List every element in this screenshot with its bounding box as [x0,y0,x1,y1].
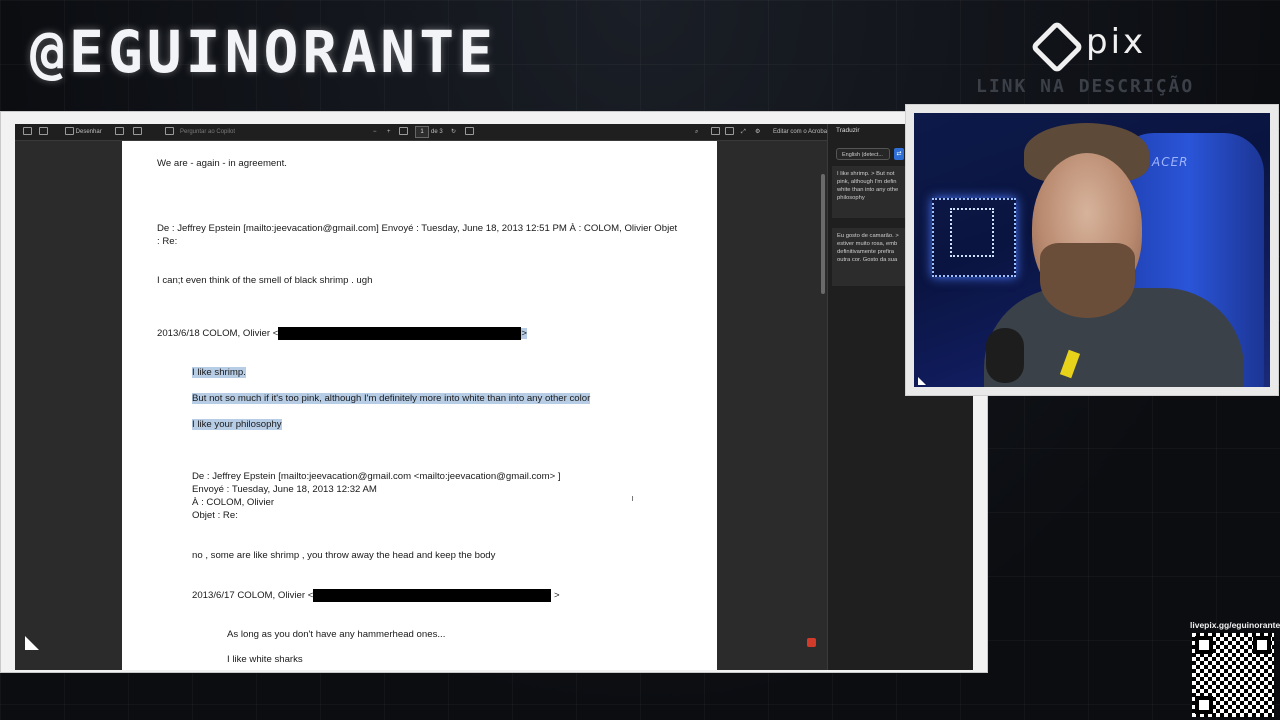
copilot-icon[interactable] [165,127,174,137]
doc-line-highlighted: I like your philosophy [192,419,282,431]
doc-line: De : Jeffrey Epstein [mailto:jeevacation… [157,223,678,234]
view-icon[interactable] [133,127,142,137]
doc-line: : Re: [157,236,178,247]
pdf-page[interactable]: We are - again - in agreement. De : Jeff… [122,141,717,670]
doc-line: I like white sharks [227,654,303,665]
menu-icon[interactable] [23,127,32,137]
rotate-icon[interactable]: ↻ [451,127,456,137]
webcam-feed: ACER [914,113,1270,387]
qr-finder [1195,636,1213,654]
document-left-gutter [15,141,121,670]
swap-languages-button[interactable]: ⇄ [894,148,904,160]
zoom-in-icon[interactable]: + [387,127,391,137]
chair-brand-label: ACER [1152,155,1189,169]
document-scrollbar-thumb[interactable] [821,174,825,294]
settings-icon[interactable]: ⚙ [755,127,760,137]
highlight-tool-icon[interactable] [39,127,48,137]
draw-tool-label: Desenhar [75,129,102,135]
eraser-icon[interactable] [115,127,124,137]
acrobat-icon[interactable] [807,638,816,647]
doc-line-text: 2013/6/18 COLOM, Olivier < [157,328,279,340]
pix-text: pix [1086,22,1147,62]
doc-line-text: I like shrimp. [192,367,246,378]
draw-tool-button[interactable]: Desenhar [65,127,102,137]
screen-capture-frame: Desenhar Perguntar ao Copilot − + 1 de 3… [0,111,988,673]
page-number-input[interactable]: 1 [415,126,429,138]
zoom-out-icon[interactable]: − [373,127,377,137]
doc-line: We are - again - in agreement. [157,158,287,169]
led-panel-inner [950,208,994,257]
qr-finder [1195,696,1213,714]
streamer-handle: @EGUINORANTE [30,18,498,86]
link-description-text: LINK NA DESCRIÇÃO [976,76,1195,97]
webcam-frame: ACER [905,104,1279,396]
doc-line-text: > [553,590,560,602]
doc-line-text: But not so much if it's too pink, althou… [192,393,591,404]
doc-line: Envoyé : Tuesday, June 18, 2013 12:32 AM [192,484,377,495]
fit-page-icon[interactable] [399,127,408,137]
doc-line-redacted: 2013/6/17 COLOM, Olivier < > [192,589,560,602]
doc-line: Objet : Re: [192,510,238,521]
search-icon[interactable]: ⌕ [695,127,698,137]
doc-line-highlighted: I like shrimp. [192,367,246,379]
doc-line-highlighted: But not so much if it's too pink, althou… [192,393,591,405]
doc-line-text: > [521,328,527,340]
doc-line: À : COLOM, Olivier [192,497,275,508]
qr-url-label: livepix.gg/eguinorante [1190,620,1280,630]
fullscreen-icon[interactable]: ⤢ [741,127,746,137]
document-right-gutter [717,141,827,670]
source-language-select[interactable]: English (detect... [836,148,890,160]
redaction-bar [313,589,552,602]
print-icon[interactable] [711,127,720,137]
microphone-icon [986,328,1024,383]
translate-panel-title: Traduzir [836,127,860,134]
qr-code[interactable] [1192,633,1274,717]
doc-line-redacted: 2013/6/18 COLOM, Olivier < > [157,327,527,340]
redaction-bar [278,327,522,340]
two-page-icon[interactable] [465,127,474,137]
corner-marker-icon [918,377,926,385]
edit-with-acrobat-button[interactable]: Editar com o Acrobat [773,127,829,137]
doc-line: As long as you don't have any hammerhead… [227,629,446,640]
qr-finder [1253,636,1271,654]
acrobat-window: Desenhar Perguntar ao Copilot − + 1 de 3… [15,124,973,670]
doc-line: no , some are like shrimp , you throw aw… [192,550,496,561]
doc-line-text: I like your philosophy [192,419,282,430]
save-icon[interactable] [725,127,734,137]
pix-logo: pix [1030,20,1156,74]
ask-copilot-field[interactable]: Perguntar ao Copilot [180,127,235,137]
page-total: de 3 [431,129,443,135]
mouse-cursor-icon [632,496,636,501]
doc-line: I can;t even think of the smell of black… [157,275,373,286]
doc-line-text: 2013/6/17 COLOM, Olivier < [192,590,314,602]
person-beard [1040,243,1135,318]
corner-marker-icon [25,636,39,650]
doc-line: De : Jeffrey Epstein [mailto:jeevacation… [192,471,561,482]
pix-diamond-icon [1030,20,1084,74]
